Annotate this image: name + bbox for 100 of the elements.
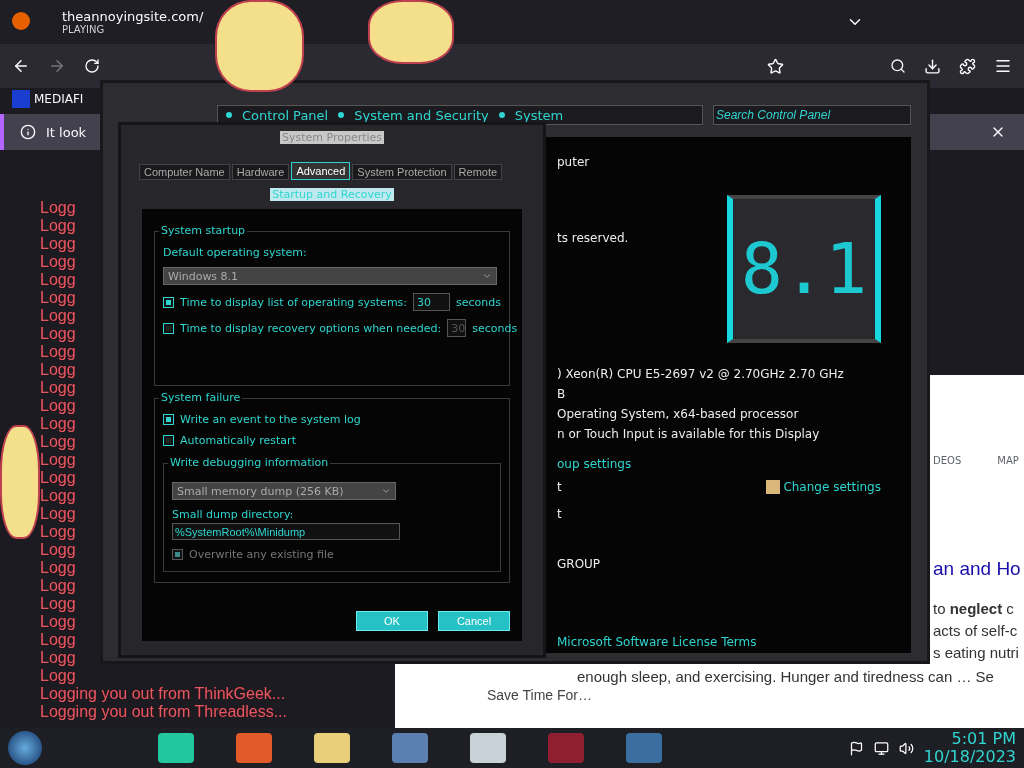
os-dropdown[interactable]: Windows 8.1 (163, 267, 497, 285)
result-snippet: enough sleep, and exercising. Hunger and tiredness can … Se (577, 667, 994, 687)
field-label: Default operating system: (163, 246, 308, 259)
checkbox[interactable] (163, 435, 174, 446)
setting-value: t (557, 479, 562, 494)
log-line: Logg (40, 451, 76, 469)
spec-text: ) Xeon(R) CPU E5-2697 v2 @ 2.70GHz 2.70 GHz (557, 367, 845, 381)
clock-time[interactable]: 5:01 PM (951, 730, 1016, 748)
log-line: Logg (40, 307, 76, 325)
log-line: Logg (40, 649, 76, 667)
volume-icon[interactable] (898, 740, 914, 756)
setting-value: GROUP (557, 556, 601, 571)
dialog-title: System Properties (279, 131, 385, 144)
search-tab[interactable]: MAP (997, 455, 1019, 466)
change-settings-link[interactable]: Change settings (766, 479, 881, 494)
info-icon (20, 124, 36, 140)
group-legend: System failure (159, 391, 243, 404)
setting-value: t (557, 506, 562, 521)
tab-title[interactable]: theannoyingsite.com/ (62, 9, 204, 24)
tab-status: PLAYING (62, 24, 106, 35)
log-line: Logging you out from ThinkGeek... (40, 685, 286, 703)
log-line: Logg (40, 217, 76, 235)
log-line: Logg (40, 253, 76, 271)
log-line: Logg (40, 487, 76, 505)
checkbox-label: Write an event to the system log (180, 413, 361, 426)
back-button[interactable] (12, 57, 30, 75)
spec-text: n or Touch Input is available for this Display (557, 427, 821, 441)
dump-type-dropdown[interactable]: Small memory dump (256 KB) (172, 482, 396, 500)
group-legend: System startup (159, 224, 248, 237)
log-line: Logg (40, 289, 76, 307)
checkbox[interactable] (163, 322, 174, 334)
checkbox-label: Time to display recovery options when needed: (180, 321, 442, 335)
dialog-tab[interactable]: Remote (453, 164, 503, 180)
info-text: puter (557, 155, 591, 169)
checkbox-label: Time to display list of operating systems: (180, 295, 408, 309)
log-line: Logg (40, 433, 76, 451)
subdialog-title: Startup and Recovery (270, 188, 394, 201)
chevron-icon (482, 271, 492, 281)
bookmark-star-button[interactable] (767, 57, 784, 75)
breadcrumb-link[interactable]: System (514, 107, 564, 123)
log-line: Logg (40, 541, 76, 559)
info-text: ts reserved. (557, 231, 629, 245)
checkbox-label: Overwrite any existing file (189, 548, 334, 561)
log-line: Logg (40, 343, 76, 361)
log-line: Logg (40, 361, 76, 379)
result-snippet: s eating nutri (933, 643, 1019, 663)
log-line: Logg (40, 397, 76, 415)
notification-text: It look (46, 124, 87, 140)
address-bar[interactable]: Control Panel System and Security System (217, 105, 703, 125)
search-field[interactable]: Search Control Panel (713, 105, 911, 125)
log-line: Logg (40, 595, 76, 613)
log-line: Logg (40, 577, 76, 595)
group-legend: Write debugging information (168, 456, 331, 469)
result-snippet: acts of self-c (933, 621, 1018, 641)
number-spinner[interactable]: 30 (413, 293, 451, 311)
log-line: Logg (40, 325, 76, 343)
spec-text: Operating System, x64-based processor (557, 407, 800, 421)
dialog-tab[interactable]: Advanced (291, 162, 351, 180)
result-snippet: to neglect c (933, 599, 1014, 619)
checkbox[interactable] (163, 296, 174, 308)
side-link[interactable]: Save Time For… (487, 687, 593, 703)
reload-button[interactable] (84, 58, 100, 74)
log-line: Logg (40, 379, 76, 397)
flag-icon[interactable] (848, 740, 864, 756)
field-label: Small dump directory: (172, 508, 295, 521)
chevron-icon (381, 486, 391, 496)
unit-label: seconds (456, 295, 501, 309)
checkbox[interactable] (163, 414, 174, 425)
log-line: Logg (40, 235, 76, 253)
log-line: Logg (40, 667, 76, 685)
log-line: Logg (40, 415, 76, 433)
breadcrumb-link[interactable]: Control Panel (242, 107, 329, 123)
spec-text: B (557, 387, 567, 401)
checkbox-label: Automatically restart (180, 434, 296, 447)
dialog-tab[interactable]: Computer Name (139, 164, 230, 180)
log-line: Logging you out from Threadless... (40, 703, 287, 721)
log-line: Logg (40, 631, 76, 649)
forward-button[interactable] (48, 57, 66, 75)
breadcrumb-link[interactable]: System and Security (354, 107, 489, 123)
log-line: Logg (40, 613, 76, 631)
extensions-button[interactable] (959, 57, 976, 75)
start-button[interactable] (8, 731, 42, 765)
menu-button[interactable] (994, 57, 1012, 75)
log-line: Logg (40, 469, 76, 487)
log-line: Logg (40, 505, 76, 523)
log-line: Logg (40, 523, 76, 541)
dialog-tab[interactable]: Hardware (231, 164, 290, 180)
downloads-button[interactable] (924, 57, 941, 75)
log-line: Logg (40, 271, 76, 289)
bookmark-link[interactable]: MEDIAFI (12, 90, 84, 108)
log-line: Logg (40, 199, 76, 217)
unit-label: seconds (472, 321, 518, 335)
clock-date[interactable]: 10/18/2023 (923, 748, 1016, 766)
section-heading: oup settings (557, 457, 633, 471)
directory-field[interactable]: %SystemRoot%\Minidump (172, 523, 400, 540)
license-link[interactable]: Microsoft Software License Terms (557, 635, 881, 649)
result-headline[interactable]: an and Ho (933, 558, 1021, 580)
search-tab[interactable]: DEOS (933, 455, 962, 466)
network-icon[interactable] (873, 740, 889, 756)
dialog-tab[interactable]: System Protection (352, 164, 452, 180)
